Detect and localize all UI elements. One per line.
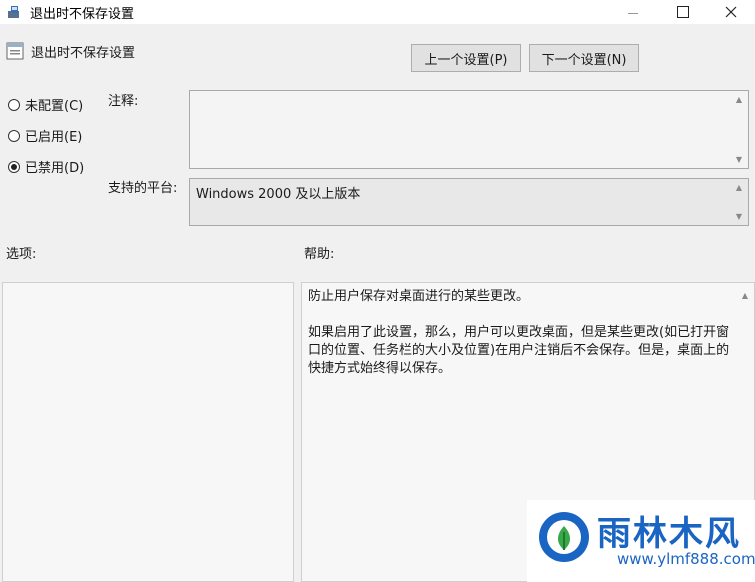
radio-circle[interactable] xyxy=(8,98,20,111)
watermark: 雨林木风 www.ylmf888.com xyxy=(527,500,755,582)
options-label: 选项: xyxy=(6,247,37,262)
scroll-up-icon[interactable]: ▲ xyxy=(736,95,742,104)
platform-field: Windows 2000 及以上版本 ▲ ▼ xyxy=(189,178,749,226)
radio-label: 已禁用(D) xyxy=(25,161,85,176)
platform-value: Windows 2000 及以上版本 xyxy=(196,187,361,202)
platform-label: 支持的平台: xyxy=(108,181,178,196)
radio-circle-selected[interactable] xyxy=(8,160,20,173)
ylmf-logo-icon xyxy=(539,512,589,562)
scroll-up-icon[interactable]: ▲ xyxy=(736,183,742,192)
comment-label: 注释: xyxy=(108,94,139,109)
policy-setting-icon xyxy=(6,42,24,60)
close-button[interactable] xyxy=(708,0,754,24)
group-policy-app-icon xyxy=(8,6,19,18)
radio-not-configured[interactable]: 未配置(C) xyxy=(8,95,83,114)
scroll-down-icon[interactable]: ▼ xyxy=(736,212,742,221)
comment-textarea[interactable]: ▲ ▼ xyxy=(189,90,749,169)
title-bar: 退出时不保存设置 xyxy=(0,0,755,24)
previous-setting-button[interactable]: 上一个设置(P) xyxy=(411,44,521,72)
options-panel xyxy=(2,282,294,582)
close-icon xyxy=(725,6,737,18)
scroll-up-icon[interactable]: ▲ xyxy=(742,287,748,305)
help-paragraph: 防止用户保存对桌面进行的某些更改。 xyxy=(308,289,530,304)
radio-label: 未配置(C) xyxy=(25,99,84,114)
scroll-down-icon[interactable]: ▼ xyxy=(736,155,742,164)
minimize-button[interactable] xyxy=(610,0,656,24)
maximize-icon xyxy=(677,6,689,18)
help-paragraph: 如果启用了此设置，那么，用户可以更改桌面，但是某些更改(如已打开窗口的位置、任务… xyxy=(308,325,730,376)
maximize-button[interactable] xyxy=(660,0,706,24)
setting-name: 退出时不保存设置 xyxy=(31,46,136,61)
watermark-url: www.ylmf888.com xyxy=(617,550,755,568)
watermark-brand: 雨林木风 xyxy=(597,514,741,554)
radio-disabled[interactable]: 已禁用(D) xyxy=(8,157,84,176)
help-label: 帮助: xyxy=(304,247,335,262)
radio-label: 已启用(E) xyxy=(25,130,83,145)
radio-enabled[interactable]: 已启用(E) xyxy=(8,126,82,145)
minimize-icon xyxy=(628,12,638,14)
window-title: 退出时不保存设置 xyxy=(30,7,135,22)
radio-circle[interactable] xyxy=(8,129,20,142)
next-setting-button[interactable]: 下一个设置(N) xyxy=(529,44,639,72)
